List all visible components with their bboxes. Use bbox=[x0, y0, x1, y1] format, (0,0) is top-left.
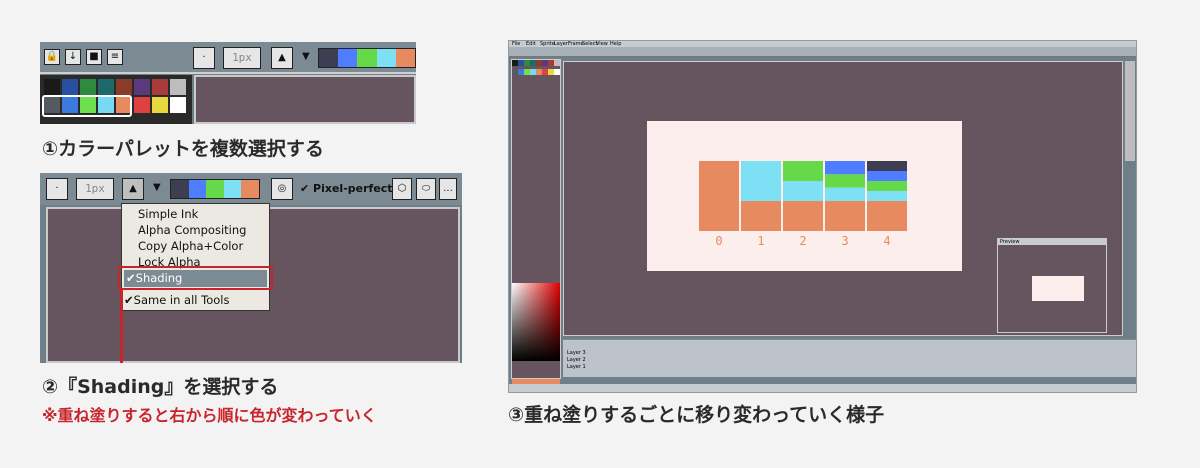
preview-sprite bbox=[1032, 276, 1084, 301]
demo-stage-label: 0 bbox=[715, 234, 722, 248]
demo-stage-2: 2 bbox=[783, 161, 823, 248]
shading-ramp[interactable] bbox=[318, 48, 416, 68]
timeline: Layer 3 Layer 2 Layer 1 bbox=[563, 339, 1136, 377]
ramp-swatch[interactable] bbox=[188, 180, 207, 198]
demo-block bbox=[867, 191, 907, 201]
palette-multiselect-screenshot: 🔒 ↓ ■ ≡ · 1px ▲ ▼ bbox=[40, 42, 416, 124]
demo-block bbox=[825, 174, 865, 188]
demo-stage-label: 4 bbox=[883, 234, 890, 248]
color-palette[interactable] bbox=[40, 75, 192, 124]
palette-swatch[interactable] bbox=[116, 79, 132, 95]
pixel-perfect-label: Pixel-perfect bbox=[313, 182, 393, 195]
ink-icon[interactable]: ▲ bbox=[271, 47, 293, 69]
symmetry-icon[interactable]: ⬡ bbox=[392, 178, 412, 200]
symmetry-h-icon[interactable]: ⬭ bbox=[416, 178, 436, 200]
caption-step2: ②『Shading』を選択する bbox=[42, 376, 279, 398]
shading-demo: 0 1 2 3 4 bbox=[699, 161, 907, 248]
demo-block bbox=[825, 201, 865, 231]
menu-item-alpha-compositing[interactable]: Alpha Compositing bbox=[138, 223, 246, 237]
palette-swatch[interactable] bbox=[80, 79, 96, 95]
caption-step1: ①カラーパレットを複数選択する bbox=[42, 138, 324, 160]
palette-selection bbox=[42, 95, 132, 117]
demo-block bbox=[867, 171, 907, 181]
palette-swatch[interactable] bbox=[44, 79, 60, 95]
demo-block bbox=[867, 161, 907, 171]
lock-icon[interactable]: 🔒 bbox=[44, 49, 60, 65]
ramp-swatch[interactable] bbox=[376, 49, 396, 67]
save-icon[interactable]: ■ bbox=[86, 49, 102, 65]
layer-row[interactable]: Layer 2 bbox=[567, 357, 586, 363]
ramp-swatch[interactable] bbox=[223, 180, 242, 198]
demo-block bbox=[825, 161, 865, 175]
palette-swatch[interactable] bbox=[62, 79, 78, 95]
toolbar: 🔒 ↓ ■ ≡ · 1px ▲ ▼ bbox=[40, 42, 416, 74]
menu-item-same-in-all-tools[interactable]: ✔Same in all Tools bbox=[124, 293, 229, 307]
demo-block bbox=[783, 161, 823, 181]
toolbar bbox=[509, 47, 1136, 57]
preview-title: Preview bbox=[998, 239, 1106, 245]
layer-row[interactable]: Layer 3 bbox=[567, 350, 586, 356]
brush-type-button[interactable]: · bbox=[193, 47, 215, 69]
ramp-swatch[interactable] bbox=[395, 49, 416, 67]
demo-block bbox=[825, 187, 865, 201]
demo-block bbox=[783, 201, 823, 231]
pixel-perfect-toggle[interactable]: ✔ Pixel-perfect bbox=[300, 182, 393, 195]
highlight-box bbox=[118, 266, 273, 290]
palette-swatch[interactable] bbox=[152, 79, 168, 95]
status-bar bbox=[509, 384, 1136, 392]
demo-block bbox=[867, 201, 907, 231]
demo-stage-label: 2 bbox=[799, 234, 806, 248]
demo-block bbox=[741, 161, 781, 201]
demo-block bbox=[783, 181, 823, 201]
demo-block bbox=[699, 161, 739, 231]
ink-dropdown-menu: Simple Ink Alpha Compositing Copy Alpha+… bbox=[121, 203, 270, 311]
demo-stage-label: 1 bbox=[757, 234, 764, 248]
brush-type-button[interactable]: · bbox=[46, 178, 68, 200]
ramp-swatch[interactable] bbox=[206, 180, 224, 198]
palette-swatch[interactable] bbox=[170, 97, 186, 113]
menu-item-copy-alpha-color[interactable]: Copy Alpha+Color bbox=[138, 239, 243, 253]
arrow-down-icon[interactable]: ↓ bbox=[65, 49, 81, 65]
demo-stage-3: 3 bbox=[825, 161, 865, 248]
caption-step2-note: ※重ね塗りすると右から順に色が変わっていく bbox=[42, 406, 377, 425]
color-picker[interactable] bbox=[512, 283, 560, 361]
ramp-swatch[interactable] bbox=[171, 180, 189, 198]
palette-swatch[interactable] bbox=[134, 79, 150, 95]
demo-stage-1: 1 bbox=[741, 161, 781, 248]
aseprite-window: File Edit Sprite Layer Frame Select View Help 0… bbox=[508, 40, 1137, 393]
demo-block bbox=[867, 181, 907, 191]
shading-ramp[interactable] bbox=[170, 179, 260, 199]
demo-block bbox=[741, 201, 781, 231]
brush-size-input[interactable]: 1px bbox=[223, 47, 261, 69]
demo-stage-0: 0 bbox=[699, 161, 739, 248]
palette-swatch[interactable] bbox=[98, 79, 114, 95]
layer-row[interactable]: Layer 1 bbox=[567, 364, 586, 370]
ramp-swatch[interactable] bbox=[319, 49, 339, 67]
palette-swatch[interactable] bbox=[170, 79, 186, 95]
preview-window: Preview bbox=[997, 238, 1107, 333]
palette-swatch[interactable] bbox=[152, 97, 168, 113]
caption-step3: ③重ね塗りするごとに移り変わっていく様子 bbox=[508, 404, 885, 426]
ramp-swatch[interactable] bbox=[241, 180, 259, 198]
chevron-down-icon[interactable]: ▼ bbox=[153, 182, 161, 193]
ink-menu-screenshot: · 1px ▲ ▼ ◎ ✔ Pixel-perfect ⬡ ⬭ ... Simp… bbox=[40, 173, 462, 363]
target-icon[interactable]: ◎ bbox=[271, 178, 293, 200]
palette-swatch[interactable] bbox=[134, 97, 150, 113]
brush-size-input[interactable]: 1px bbox=[76, 178, 114, 200]
more-options-button[interactable]: ... bbox=[439, 178, 457, 200]
ramp-swatch[interactable] bbox=[338, 49, 358, 67]
menu-icon[interactable]: ≡ bbox=[107, 49, 123, 65]
ramp-swatch[interactable] bbox=[357, 49, 377, 67]
palette-swatch[interactable] bbox=[554, 60, 560, 66]
canvas-area[interactable] bbox=[194, 75, 416, 124]
demo-stage-4: 4 bbox=[867, 161, 907, 248]
palette-swatch[interactable] bbox=[554, 69, 560, 75]
ink-icon[interactable]: ▲ bbox=[122, 178, 144, 200]
highlight-connector bbox=[120, 290, 123, 363]
color-palette[interactable] bbox=[512, 60, 560, 78]
demo-stage-label: 3 bbox=[841, 234, 848, 248]
chevron-down-icon[interactable]: ▼ bbox=[302, 51, 310, 62]
menu-item-simple-ink[interactable]: Simple Ink bbox=[138, 207, 198, 221]
tools-panel bbox=[1125, 61, 1135, 161]
